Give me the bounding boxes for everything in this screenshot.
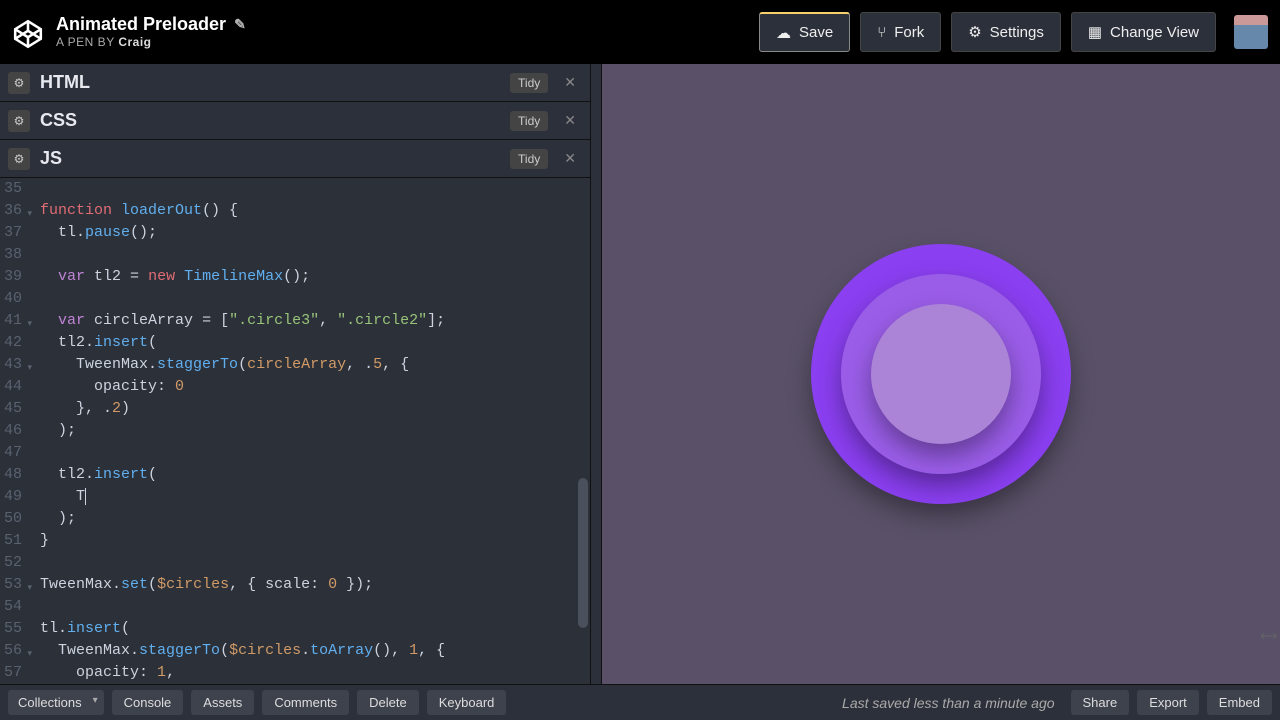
close-icon[interactable]: ✕ <box>558 150 582 167</box>
gear-icon[interactable]: ⚙ <box>8 148 30 170</box>
comments-button[interactable]: Comments <box>262 690 349 715</box>
vertical-scrollbar[interactable] <box>578 478 588 628</box>
cloud-icon: ☁ <box>776 24 791 42</box>
gear-icon[interactable]: ⚙ <box>8 72 30 94</box>
main-split: ⚙ HTML Tidy ✕ ⚙ CSS Tidy ✕ ⚙ JS Tidy ✕ 3… <box>0 64 1280 684</box>
pane-resize-handle[interactable] <box>590 64 602 684</box>
preview-pane[interactable]: ⤡ <box>602 64 1280 684</box>
change-view-button[interactable]: ▦ Change View <box>1071 12 1216 52</box>
panel-title: JS <box>40 148 500 169</box>
footer-bar: Collections Console Assets Comments Dele… <box>0 684 1280 720</box>
logo-title-area: Animated Preloader ✎ A PEN BY Craig <box>12 14 759 50</box>
panel-title: HTML <box>40 72 500 93</box>
close-icon[interactable]: ✕ <box>558 112 582 129</box>
export-button[interactable]: Export <box>1137 690 1199 715</box>
tidy-button[interactable]: Tidy <box>510 149 548 169</box>
close-icon[interactable]: ✕ <box>558 74 582 91</box>
keyboard-button[interactable]: Keyboard <box>427 690 507 715</box>
settings-button[interactable]: ⚙ Settings <box>951 12 1061 52</box>
last-saved-text: Last saved less than a minute ago <box>842 695 1054 711</box>
js-editor[interactable]: 3536▾3738394041▾4243▾4445464748495051525… <box>0 178 590 684</box>
pen-title[interactable]: Animated Preloader ✎ <box>56 14 246 35</box>
app-header: Animated Preloader ✎ A PEN BY Craig ☁ Sa… <box>0 0 1280 64</box>
pen-byline: A PEN BY Craig <box>56 35 246 49</box>
console-button[interactable]: Console <box>112 690 184 715</box>
layout-icon: ▦ <box>1088 23 1102 41</box>
line-number-gutter: 3536▾3738394041▾4243▾4445464748495051525… <box>0 178 28 684</box>
header-actions: ☁ Save ⑂ Fork ⚙ Settings ▦ Change View <box>759 12 1268 52</box>
js-panel-header[interactable]: ⚙ JS Tidy ✕ <box>0 140 590 178</box>
share-button[interactable]: Share <box>1071 690 1130 715</box>
tidy-button[interactable]: Tidy <box>510 73 548 93</box>
fork-icon: ⑂ <box>877 24 886 41</box>
css-panel-header[interactable]: ⚙ CSS Tidy ✕ <box>0 102 590 140</box>
delete-button[interactable]: Delete <box>357 690 419 715</box>
user-avatar[interactable] <box>1234 15 1268 49</box>
pen-title-text: Animated Preloader <box>56 14 226 35</box>
author-link[interactable]: Craig <box>118 35 151 49</box>
preview-circle-3 <box>871 304 1011 444</box>
assets-button[interactable]: Assets <box>191 690 254 715</box>
gear-icon: ⚙ <box>968 23 981 41</box>
save-button[interactable]: ☁ Save <box>759 12 850 52</box>
tidy-button[interactable]: Tidy <box>510 111 548 131</box>
resize-handle-icon[interactable]: ⤡ <box>1259 626 1280 648</box>
gear-icon[interactable]: ⚙ <box>8 110 30 132</box>
embed-button[interactable]: Embed <box>1207 690 1272 715</box>
html-panel-header[interactable]: ⚙ HTML Tidy ✕ <box>0 64 590 102</box>
codepen-logo-icon[interactable] <box>12 18 44 50</box>
code-content[interactable]: function loaderOut() { tl.pause(); var t… <box>28 178 445 684</box>
editors-column: ⚙ HTML Tidy ✕ ⚙ CSS Tidy ✕ ⚙ JS Tidy ✕ 3… <box>0 64 590 684</box>
collections-dropdown[interactable]: Collections <box>8 690 104 715</box>
fork-button[interactable]: ⑂ Fork <box>860 12 941 52</box>
panel-title: CSS <box>40 110 500 131</box>
pencil-icon[interactable]: ✎ <box>234 16 246 33</box>
